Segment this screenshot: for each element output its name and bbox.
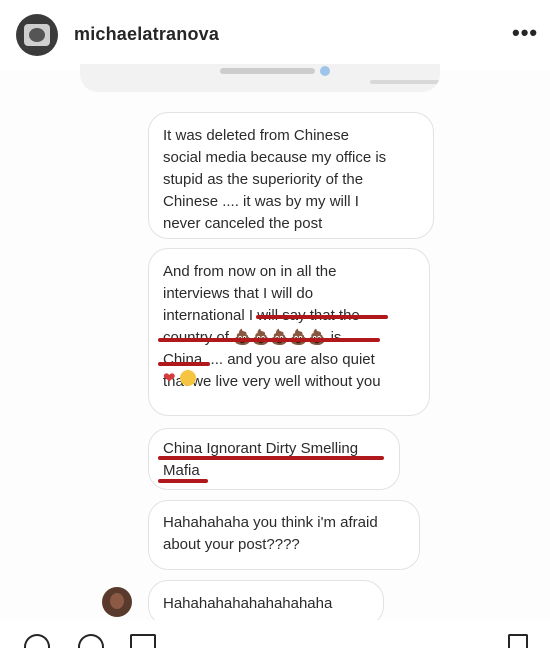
comment-icon[interactable] xyxy=(78,634,104,648)
action-bar xyxy=(0,620,550,648)
share-icon[interactable] xyxy=(130,634,156,648)
red-underline xyxy=(158,456,384,460)
message-text: And from now on in all the interviews th… xyxy=(163,263,381,390)
more-options-icon[interactable]: ••• xyxy=(512,20,538,46)
blurred-text xyxy=(370,80,440,84)
like-icon[interactable] xyxy=(24,634,50,648)
heart-emoji-icon: ❤ xyxy=(163,370,176,387)
verified-badge-icon xyxy=(320,66,330,76)
red-underline xyxy=(256,315,388,319)
avatar-face xyxy=(110,593,124,609)
red-underline xyxy=(158,338,380,342)
message-text: Hahahahahahahahahaha xyxy=(163,595,333,612)
avatar-detail xyxy=(29,28,45,42)
emoji-row: ❤ xyxy=(163,368,196,390)
profile-avatar[interactable] xyxy=(16,14,58,56)
sender-avatar xyxy=(102,587,132,617)
message-text: China Ignorant Dirty Smelling Mafia xyxy=(163,440,359,479)
save-icon[interactable] xyxy=(508,634,528,648)
screenshot-image: It was deleted from Chinese social media… xyxy=(0,64,550,640)
previous-message-fragment xyxy=(80,64,440,92)
red-underline xyxy=(158,362,210,366)
message-bubble: And from now on in all the interviews th… xyxy=(148,248,430,416)
username-link[interactable]: michaelatranova xyxy=(74,24,219,45)
message-bubble: It was deleted from Chinese social media… xyxy=(148,112,434,239)
post-header: michaelatranova ••• xyxy=(0,0,550,71)
blurred-text xyxy=(220,68,315,74)
kiss-face-emoji-icon xyxy=(179,370,196,386)
red-underline xyxy=(158,479,208,483)
message-text: Hahahahaha you think i'm afraid about yo… xyxy=(163,514,378,553)
message-text: It was deleted from Chinese social media… xyxy=(163,127,387,232)
message-bubble: Hahahahaha you think i'm afraid about yo… xyxy=(148,500,420,570)
